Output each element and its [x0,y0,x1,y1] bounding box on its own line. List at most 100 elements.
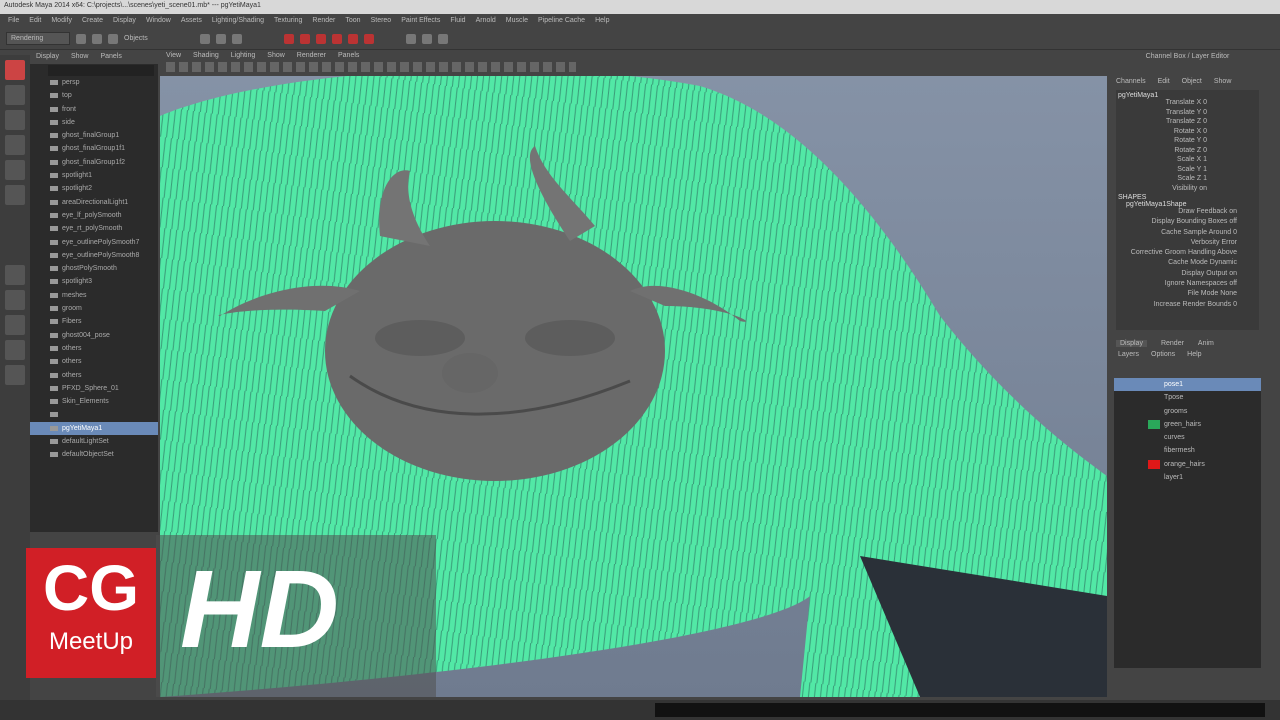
layer-item[interactable]: pose1 [1114,378,1261,392]
layer-item[interactable]: green_hairs [1114,418,1261,431]
layer-item[interactable]: orange_hairs [1114,458,1261,471]
layer-tab-anim[interactable]: Anim [1198,340,1214,347]
shape-attribute-row[interactable]: Cache Mode Dynamic [1118,259,1257,269]
menu-file[interactable]: File [8,17,19,25]
snap-grid-icon[interactable] [283,33,294,44]
menu-texturing[interactable]: Texturing [274,17,302,25]
outliner-item[interactable]: spotlight1 [30,169,158,182]
channel-row[interactable]: Scale Y 1 [1118,166,1257,176]
outliner-item[interactable]: eye_rt_polySmooth [30,222,158,235]
ipr-render-icon[interactable] [421,33,432,44]
outliner-item[interactable]: ghost_finalGroup1f1 [30,142,158,155]
outliner-item[interactable]: PFXD_Sphere_01 [30,382,158,395]
open-scene-icon[interactable] [92,33,102,44]
channel-row[interactable]: Scale Z 1 [1118,175,1257,185]
shape-attribute-row[interactable]: Verbosity Error [1118,239,1257,249]
menu-window[interactable]: Window [146,17,171,25]
objects-label[interactable]: Objects [124,35,148,42]
channel-menu-channels[interactable]: Channels [1116,78,1146,85]
layout-graph-icon[interactable] [5,365,25,385]
viewport-menu-renderer[interactable]: Renderer [297,52,326,59]
menu-modify[interactable]: Modify [51,17,72,25]
menu-create[interactable]: Create [82,17,103,25]
layout-outliner-icon[interactable] [5,340,25,360]
layer-item[interactable]: layer1 [1114,471,1261,484]
menu-stereo[interactable]: Stereo [371,17,392,25]
layout-four-icon[interactable] [5,290,25,310]
outliner-item[interactable]: front [30,103,158,116]
new-scene-icon[interactable] [76,33,86,44]
channel-row[interactable]: Visibility on [1118,185,1257,195]
outliner-item[interactable]: Fibers [30,315,158,328]
menu-fluid[interactable]: Fluid [450,17,465,25]
menu-lighting-shading[interactable]: Lighting/Shading [212,17,264,25]
layer-menu-help[interactable]: Help [1187,351,1201,358]
shape-attribute-row[interactable]: Corrective Groom Handling Above [1118,249,1257,259]
node-name[interactable]: pgYetiMaya1 [1118,92,1257,99]
shape-attribute-row[interactable]: Display Bounding Boxes off [1118,218,1257,228]
outliner-item[interactable]: eye_outlinePolySmooth8 [30,249,158,262]
select-component-icon[interactable] [231,33,242,44]
outliner-item[interactable]: Skin_Elements [30,395,158,408]
outliner-item[interactable]: others [30,342,158,355]
outliner-item[interactable]: ghost_finalGroup1 [30,129,158,142]
save-scene-icon[interactable] [108,33,118,44]
channel-row[interactable]: Rotate X 0 [1118,128,1257,138]
layer-item[interactable]: Tpose [1114,391,1261,404]
menu-muscle[interactable]: Muscle [506,17,528,25]
snap-plane-icon[interactable] [331,33,342,44]
snap-point-icon[interactable] [315,33,326,44]
outliner-item[interactable]: meshes [30,289,158,302]
outliner-menu-show[interactable]: Show [71,53,89,61]
menu-display[interactable]: Display [113,17,136,25]
move-tool-icon[interactable] [5,135,25,155]
outliner-search-field[interactable] [48,65,154,76]
render-icon[interactable] [405,33,416,44]
outliner-item[interactable]: defaultLightSet [30,435,158,448]
paint-select-icon[interactable] [5,110,25,130]
viewport-menu-view[interactable]: View [166,52,181,59]
scale-tool-icon[interactable] [5,185,25,205]
outliner-item[interactable]: groom [30,302,158,315]
viewport-menu-panels[interactable]: Panels [338,52,359,59]
channel-row[interactable]: Translate Z 0 [1118,118,1257,128]
shape-attribute-row[interactable]: File Mode None [1118,290,1257,300]
viewport-menu-lighting[interactable]: Lighting [231,52,256,59]
select-hierarchy-icon[interactable] [199,33,210,44]
outliner-item[interactable]: others [30,369,158,382]
layer-item[interactable]: curves [1114,431,1261,444]
viewport-toolbar[interactable] [166,62,576,72]
channel-menu-show[interactable]: Show [1214,78,1232,85]
layer-tab-display[interactable]: Display [1116,340,1147,347]
shape-node-name[interactable]: pgYetiMaya1Shape [1118,201,1257,208]
channel-menu-object[interactable]: Object [1182,78,1202,85]
menu-edit[interactable]: Edit [29,17,41,25]
layer-menu-layers[interactable]: Layers [1118,351,1139,358]
select-tool-icon[interactable] [5,60,25,80]
snap-surface-icon[interactable] [347,33,358,44]
lasso-tool-icon[interactable] [5,85,25,105]
menu-toon[interactable]: Toon [345,17,360,25]
menu-help[interactable]: Help [595,17,609,25]
outliner-item[interactable]: defaultObjectSet [30,448,158,461]
layout-single-icon[interactable] [5,265,25,285]
menu-paint-effects[interactable]: Paint Effects [401,17,440,25]
outliner-item[interactable]: persp [30,76,158,89]
channel-row[interactable]: Rotate Y 0 [1118,137,1257,147]
layer-item[interactable]: grooms [1114,405,1261,418]
render-settings-icon[interactable] [437,33,448,44]
outliner-item[interactable]: top [30,89,158,102]
channel-row[interactable]: Scale X 1 [1118,156,1257,166]
mode-dropdown[interactable]: Rendering [6,32,70,45]
layer-tab-render[interactable]: Render [1161,340,1184,347]
outliner-menu-display[interactable]: Display [36,53,59,61]
rotate-tool-icon[interactable] [5,160,25,180]
outliner-item[interactable]: eye_lf_polySmooth [30,209,158,222]
outliner-item[interactable]: ghost_finalGroup1f2 [30,156,158,169]
outliner-item[interactable]: ghost004_pose [30,329,158,342]
shape-attribute-row[interactable]: Cache Sample Around 0 [1118,229,1257,239]
select-object-icon[interactable] [215,33,226,44]
outliner-item[interactable] [30,408,158,421]
outliner-item[interactable]: eye_outlinePolySmooth7 [30,236,158,249]
outliner-menu-panels[interactable]: Panels [100,53,121,61]
